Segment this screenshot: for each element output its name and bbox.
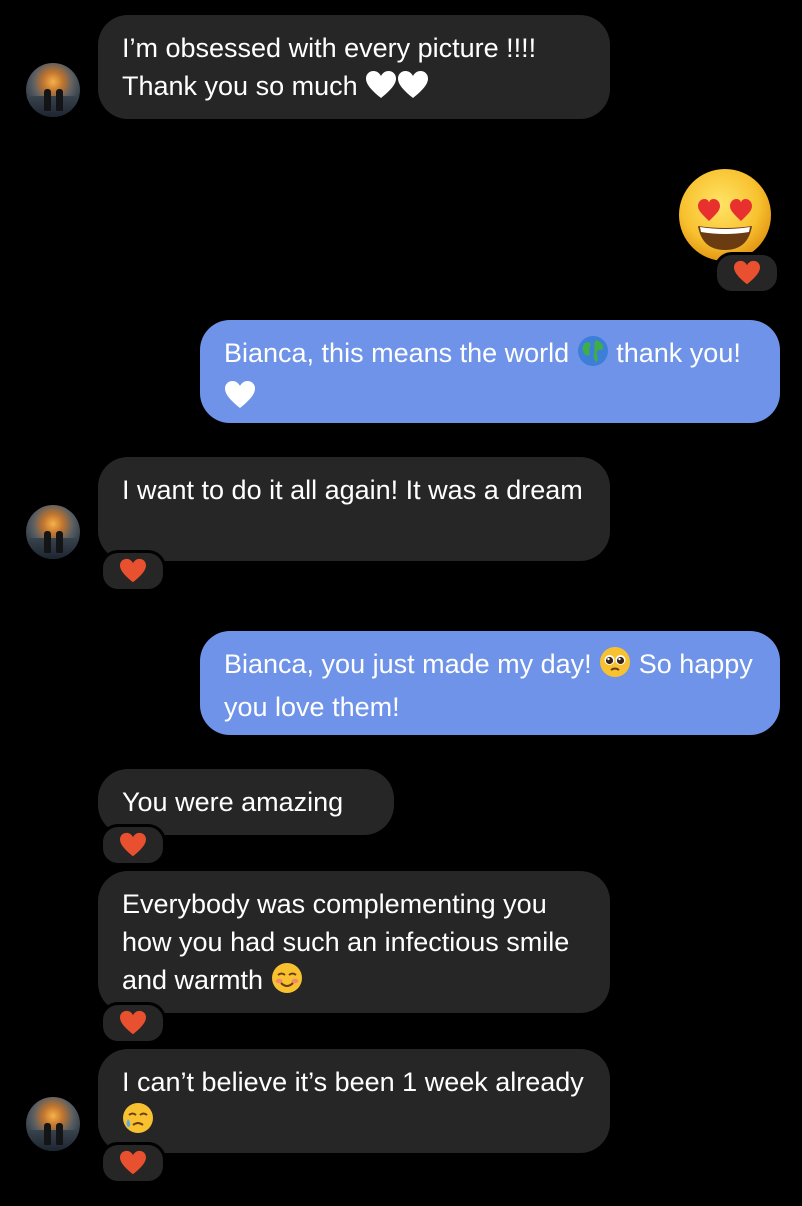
message-bubble-incoming[interactable]: I want to do it all again! It was a drea… — [98, 457, 610, 561]
white-heart-icon — [365, 70, 397, 110]
message-text: Bianca, this means the world — [224, 338, 570, 368]
reaction-badge[interactable] — [100, 1142, 166, 1184]
message-bubble-incoming[interactable]: I can’t believe it’s been 1 week already — [98, 1049, 610, 1153]
holding-back-tears-icon — [122, 1102, 154, 1144]
red-heart-icon — [120, 832, 146, 857]
reaction-badge[interactable] — [100, 550, 166, 592]
red-heart-icon — [120, 1010, 146, 1035]
reaction-badge[interactable] — [714, 252, 780, 294]
message-text: I’m obsessed with every picture !!!! Tha… — [122, 33, 537, 101]
globe-icon — [577, 335, 609, 377]
message-bubble-outgoing[interactable]: Bianca, you just made my day! So happy y… — [200, 631, 780, 735]
reaction-badge[interactable] — [100, 824, 166, 866]
contact-avatar[interactable] — [26, 505, 80, 559]
heart-eyes-emoji-message[interactable] — [676, 166, 774, 264]
heart-eyes-icon — [679, 169, 771, 261]
message-text: Everybody was complementing you how you … — [122, 889, 570, 995]
message-bubble-outgoing[interactable]: Bianca, this means the world thank you! — [200, 320, 780, 423]
message-text: You were amazing — [122, 787, 344, 817]
message-text: you! — [689, 338, 741, 368]
message-text: I can’t believe it’s been 1 week — [122, 1067, 488, 1097]
message-bubble-incoming[interactable]: I’m obsessed with every picture !!!! Tha… — [98, 15, 610, 119]
message-bubble-incoming[interactable]: Everybody was complementing you how you … — [98, 871, 610, 1013]
message-text: already — [495, 1067, 584, 1097]
contact-avatar[interactable] — [26, 1097, 80, 1151]
red-heart-icon — [120, 558, 146, 583]
white-heart-icon — [397, 70, 429, 110]
red-heart-icon — [734, 260, 760, 285]
message-text: I want to do it all again! It was a drea… — [122, 475, 583, 505]
red-heart-icon — [120, 1150, 146, 1175]
contact-avatar[interactable] — [26, 63, 80, 117]
smiling-blush-icon — [271, 962, 303, 1004]
message-text: Bianca, you just made my day! — [224, 649, 592, 679]
message-text: thank — [616, 338, 683, 368]
reaction-badge[interactable] — [100, 1002, 166, 1044]
white-heart-icon — [224, 380, 256, 420]
pleading-face-icon — [599, 646, 631, 688]
